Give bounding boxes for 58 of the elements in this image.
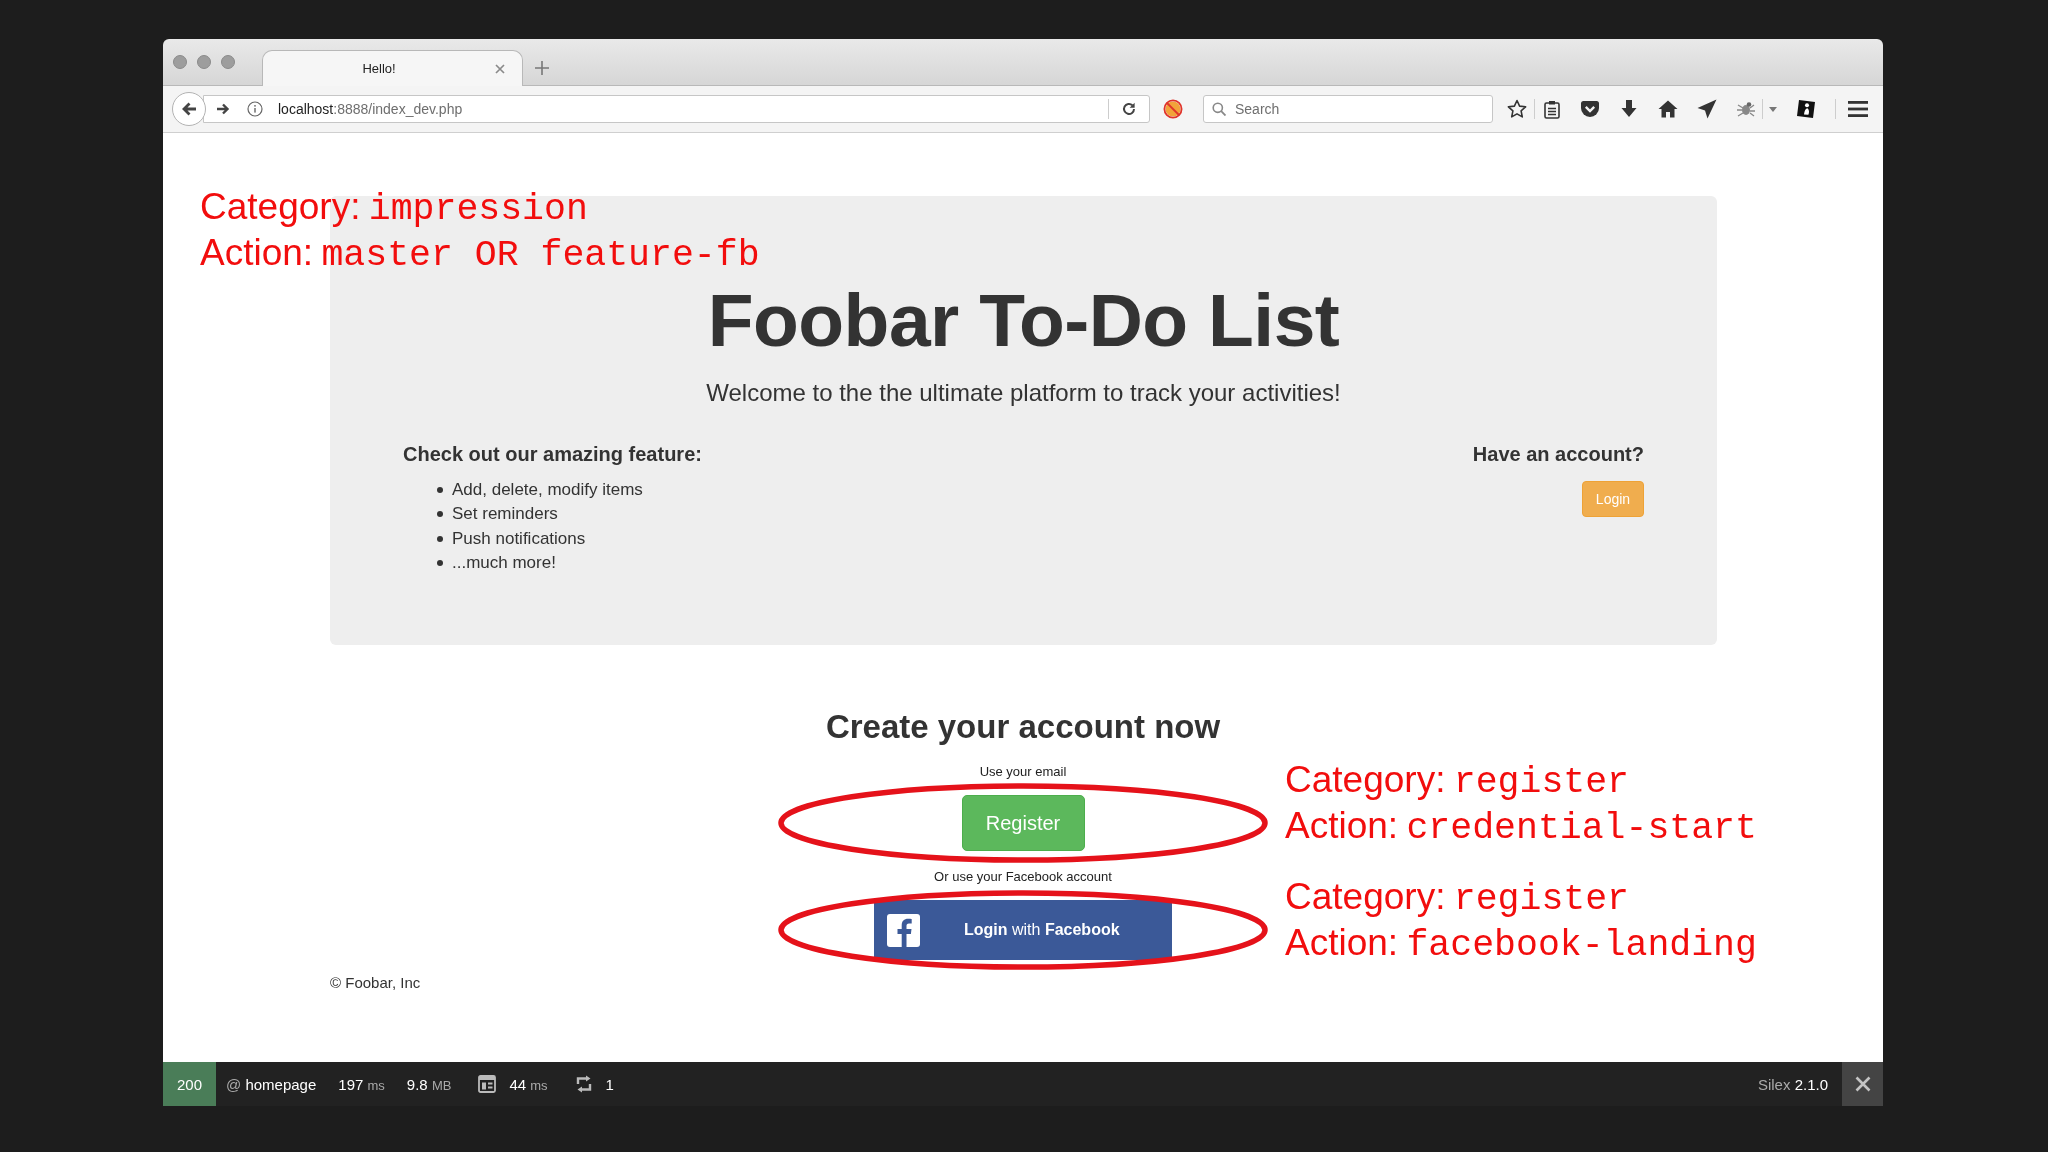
- menu-icon[interactable]: [1848, 101, 1868, 117]
- layout-icon[interactable]: [478, 1075, 497, 1093]
- annotation-text: Action: master OR feature-fb: [200, 231, 760, 276]
- plus-icon[interactable]: [535, 61, 549, 75]
- annotation-text: Action: credential-start: [1285, 804, 1757, 849]
- caret-icon[interactable]: [1769, 106, 1777, 112]
- facebook-logo-icon: [887, 913, 920, 947]
- close-toolbar-button[interactable]: [1842, 1062, 1883, 1106]
- download-icon[interactable]: [1619, 99, 1639, 119]
- bullet-icon: [437, 560, 443, 567]
- account-heading: Have an account?: [1472, 442, 1644, 467]
- shield-chevron-icon[interactable]: [1580, 99, 1600, 119]
- star-icon[interactable]: [1507, 99, 1527, 119]
- right-arrow-icon[interactable]: [216, 102, 230, 116]
- status-code[interactable]: 200: [163, 1062, 216, 1106]
- left-arrow-icon: [180, 100, 198, 118]
- metric-value[interactable]: 197 ms: [338, 1075, 385, 1093]
- close-icon[interactable]: [495, 63, 505, 74]
- feature-item: ...much more!: [452, 551, 556, 574]
- option-hint: Use your email: [979, 763, 1067, 781]
- search-icon: [1212, 102, 1226, 116]
- bullet-icon: [437, 511, 443, 518]
- feature-item: Add, delete, modify items: [452, 479, 643, 501]
- bullet-icon: [437, 487, 443, 494]
- metric-value[interactable]: 9.8 MB: [406, 1075, 452, 1093]
- features-heading: Check out our amazing feature:: [403, 442, 702, 467]
- prohibited-sign-icon[interactable]: [1163, 99, 1183, 119]
- home-icon[interactable]: [1658, 99, 1678, 119]
- annotation-text: Category: impression: [200, 185, 589, 230]
- page-subtitle: Welcome to the the ultimate platform to track your activities!: [705, 378, 1342, 408]
- sync-icon[interactable]: [574, 1075, 593, 1093]
- search-field[interactable]: Search: [1203, 95, 1493, 123]
- feature-item: Push notifications: [452, 527, 586, 550]
- reload-icon[interactable]: [1122, 102, 1136, 116]
- annotation-text: Category: register: [1285, 875, 1630, 920]
- bullet-icon: [437, 535, 443, 542]
- metric-value[interactable]: 1: [605, 1075, 614, 1093]
- info-icon[interactable]: [247, 101, 263, 117]
- url-text: localhost:8888/index_dev.php: [278, 101, 464, 117]
- page-title: Foobar To-Do List: [706, 280, 1341, 361]
- facebook-login-button[interactable]: Login with Facebook: [874, 900, 1172, 960]
- framework-version[interactable]: Silex 2.1.0: [1757, 1075, 1828, 1093]
- annotation-text: Category: register: [1285, 758, 1630, 803]
- paper-plane-icon[interactable]: [1697, 99, 1717, 119]
- browser-tab[interactable]: Hello!: [262, 50, 523, 86]
- option-hint: Or use your Facebook account: [934, 868, 1112, 886]
- route-name[interactable]: @ homepage: [226, 1075, 317, 1093]
- back-button[interactable]: [172, 92, 206, 126]
- feature-item: Set reminders: [452, 503, 558, 526]
- bug-icon[interactable]: [1736, 99, 1756, 119]
- extension-tile-icon[interactable]: [1796, 99, 1816, 119]
- footer-copyright: © Foobar, Inc: [330, 974, 421, 992]
- metric-value[interactable]: 44 ms: [509, 1075, 548, 1093]
- annotation-text: Action: facebook-landing: [1285, 921, 1757, 966]
- address-bar[interactable]: localhost:8888/index_dev.php: [203, 95, 1150, 123]
- signup-heading: Create your account now: [825, 707, 1221, 747]
- close-icon: [1854, 1076, 1871, 1092]
- clipboard-icon[interactable]: [1542, 99, 1562, 119]
